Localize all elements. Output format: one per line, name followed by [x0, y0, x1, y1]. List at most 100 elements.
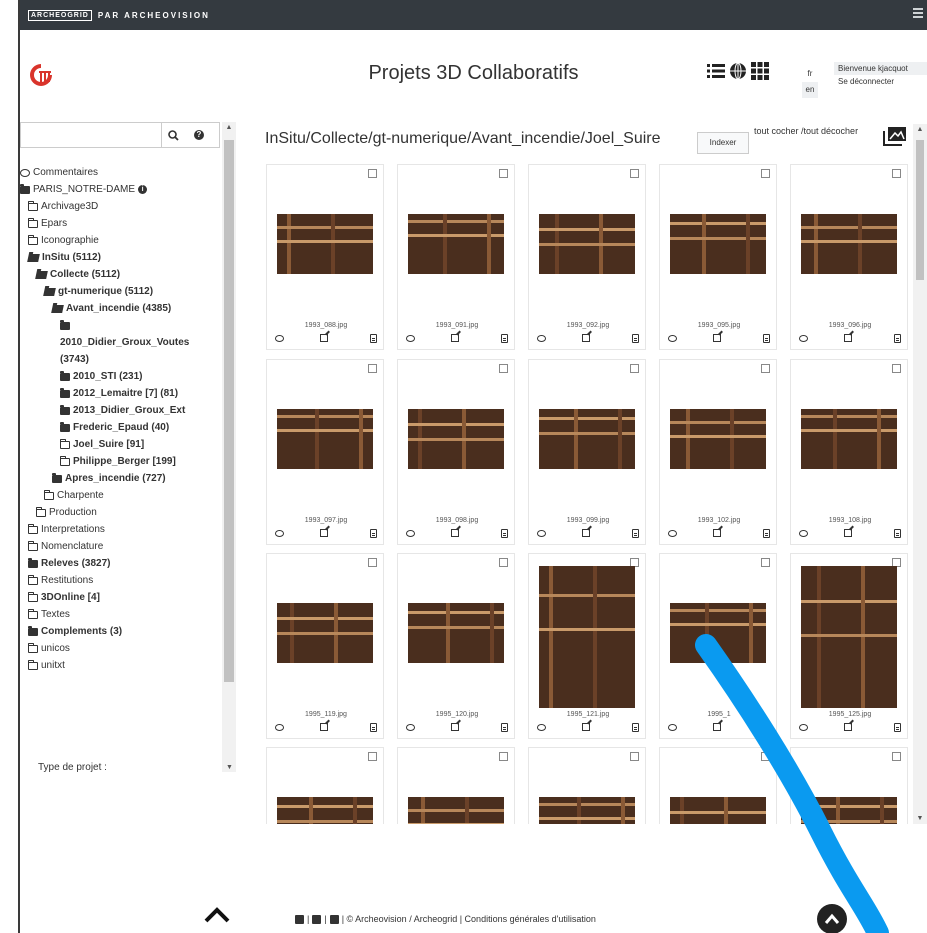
chevron-up-icon[interactable] [202, 904, 232, 924]
select-checkbox[interactable] [368, 558, 377, 567]
select-checkbox[interactable] [761, 752, 770, 761]
comment-icon[interactable] [797, 332, 809, 344]
tree-item[interactable]: 2012_Lemaitre [7] (81) [20, 385, 222, 402]
comment-icon[interactable] [404, 721, 416, 733]
edit-icon[interactable] [318, 332, 330, 344]
index-button[interactable]: Indexer [697, 132, 749, 154]
thumbnail-image[interactable] [670, 409, 766, 469]
select-checkbox[interactable] [499, 169, 508, 178]
edit-icon[interactable] [842, 527, 854, 539]
edit-icon[interactable] [449, 332, 461, 344]
file-details-icon[interactable] [629, 721, 641, 733]
comment-icon[interactable] [273, 527, 285, 539]
tree-item[interactable]: Apres_incendie (727) [20, 470, 222, 487]
file-details-icon[interactable] [367, 332, 379, 344]
tree-item[interactable]: Interpretations [20, 521, 222, 538]
tree-item[interactable] [20, 317, 222, 334]
thumbnail-image[interactable] [801, 214, 897, 274]
facebook-icon[interactable] [312, 914, 322, 924]
edit-icon[interactable] [580, 721, 592, 733]
file-details-icon[interactable] [367, 527, 379, 539]
file-details-icon[interactable] [891, 332, 903, 344]
select-checkbox[interactable] [499, 752, 508, 761]
select-checkbox[interactable] [499, 558, 508, 567]
sidebar-scroll-thumb[interactable] [224, 140, 234, 682]
edit-icon[interactable] [711, 332, 723, 344]
file-details-icon[interactable] [629, 527, 641, 539]
comment-icon[interactable] [535, 527, 547, 539]
edit-icon[interactable] [449, 721, 461, 733]
help-icon[interactable]: ? [187, 123, 211, 147]
brand[interactable]: ARCHEOGRID PAR ARCHEOVISION [28, 10, 210, 21]
file-details-icon[interactable] [891, 721, 903, 733]
comment-icon[interactable] [273, 332, 285, 344]
file-card[interactable]: 1993_091.jpg [397, 164, 515, 350]
select-checkbox[interactable] [630, 364, 639, 373]
select-checkbox[interactable] [368, 752, 377, 761]
file-details-icon[interactable] [498, 332, 510, 344]
thumbnail-image[interactable] [670, 214, 766, 274]
tree-item[interactable]: unitxt [20, 657, 222, 674]
tree-item[interactable]: InSitu (5112) [20, 249, 222, 266]
edit-icon[interactable] [580, 527, 592, 539]
tree-item[interactable]: Releves (3827) [20, 555, 222, 572]
search-input[interactable] [25, 127, 155, 145]
tree-item[interactable]: Joel_Suire [91] [20, 436, 222, 453]
select-checkbox[interactable] [630, 752, 639, 761]
select-checkbox[interactable] [368, 364, 377, 373]
select-checkbox[interactable] [892, 169, 901, 178]
main-scroll-up-icon[interactable]: ▲ [913, 126, 927, 133]
tree-item[interactable]: 2010_Didier_Groux_Voutes [20, 334, 222, 351]
file-details-icon[interactable] [367, 721, 379, 733]
thumbnail-image[interactable] [539, 566, 635, 708]
file-details-icon[interactable] [498, 721, 510, 733]
tree-item[interactable]: unicos [20, 640, 222, 657]
tree-item[interactable]: Commentaires [20, 164, 222, 181]
lang-en[interactable]: en [802, 82, 818, 98]
comment-icon[interactable] [404, 527, 416, 539]
back-to-top-icon[interactable] [817, 904, 847, 933]
file-card[interactable] [528, 747, 646, 824]
list-view-icon[interactable] [706, 60, 726, 82]
edit-icon[interactable] [842, 332, 854, 344]
comment-icon[interactable] [535, 332, 547, 344]
comment-icon[interactable] [535, 721, 547, 733]
select-checkbox[interactable] [499, 364, 508, 373]
project-type-dropdown-icon[interactable]: ▼ [226, 764, 233, 771]
thumbnail-image[interactable] [801, 566, 897, 708]
tree-item[interactable]: Archivage3D [20, 198, 222, 215]
select-checkbox[interactable] [892, 364, 901, 373]
tree-item[interactable]: Iconographie [20, 232, 222, 249]
comment-icon[interactable] [797, 527, 809, 539]
tree-item[interactable]: Avant_incendie (4385) [20, 300, 222, 317]
logout-link[interactable]: Se déconnecter [834, 75, 927, 88]
thumbnail-image[interactable] [670, 797, 766, 824]
image-gallery-icon[interactable] [883, 126, 907, 146]
twitter-icon[interactable] [329, 914, 339, 924]
grid-view-icon[interactable] [750, 60, 770, 82]
select-checkbox[interactable] [368, 169, 377, 178]
edit-icon[interactable] [711, 527, 723, 539]
edit-icon[interactable] [711, 721, 723, 733]
tree-item[interactable]: Textes [20, 606, 222, 623]
thumbnail-image[interactable] [408, 409, 504, 469]
edit-icon[interactable] [842, 721, 854, 733]
tree-item[interactable]: Philippe_Berger [199] [20, 453, 222, 470]
tree-item[interactable]: Nomenclature [20, 538, 222, 555]
file-card[interactable]: 1995_121.jpg [528, 553, 646, 739]
welcome-user[interactable]: Bienvenue kjacquot [834, 62, 927, 75]
tree-item[interactable]: Frederic_Epaud (40) [20, 419, 222, 436]
thumbnail-image[interactable] [277, 603, 373, 663]
scroll-up-arrow-icon[interactable]: ▲ [222, 124, 236, 131]
tree-item[interactable]: 2010_STI (231) [20, 368, 222, 385]
thumbnail-image[interactable] [277, 409, 373, 469]
comment-icon[interactable] [666, 527, 678, 539]
tree-item[interactable]: 3DOnline [4] [20, 589, 222, 606]
thumbnail-image[interactable] [539, 797, 635, 824]
hamburger-menu-icon[interactable] [913, 6, 923, 18]
tree-item[interactable]: Collecte (5112) [20, 266, 222, 283]
thumbnail-image[interactable] [277, 214, 373, 274]
file-card[interactable]: 1995_119.jpg [266, 553, 384, 739]
tree-item[interactable]: (3743) [20, 351, 222, 368]
file-card[interactable]: 1993_108.jpg [790, 359, 908, 545]
